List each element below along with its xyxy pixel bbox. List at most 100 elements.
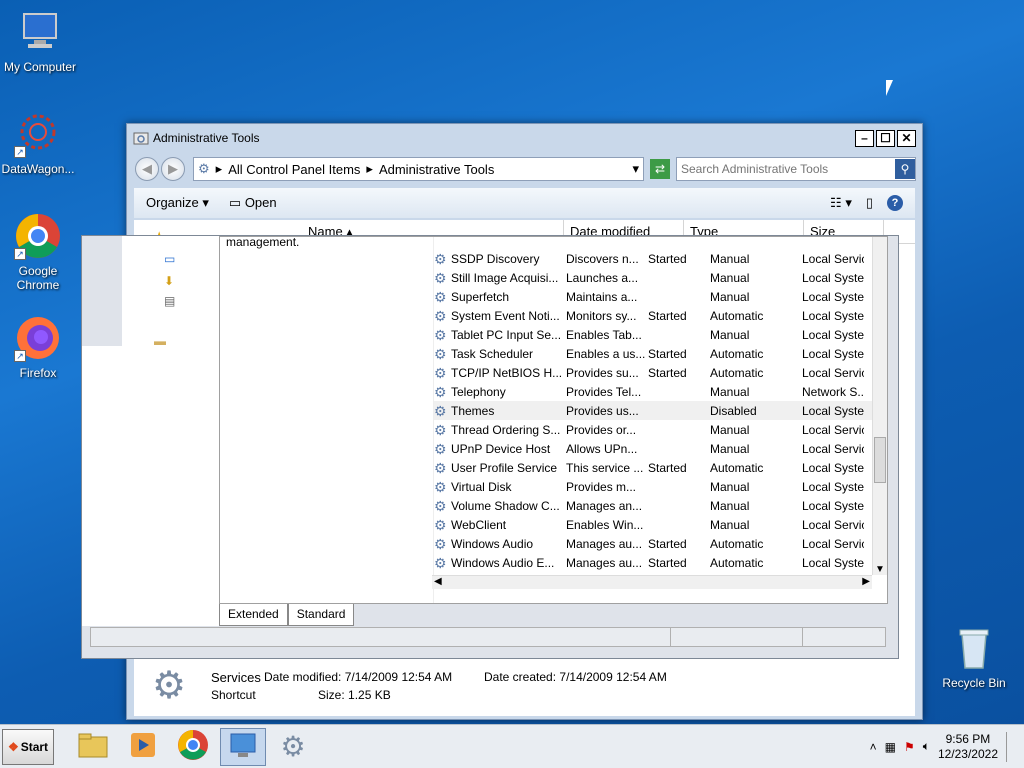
show-hidden-icons-icon[interactable]: ˄ — [870, 740, 877, 754]
service-status: Started — [648, 536, 687, 551]
desktop-icon-chrome[interactable]: ↗ Google Chrome — [0, 212, 78, 292]
forward-button[interactable]: ▶ — [161, 157, 185, 181]
service-gear-icon: ⚙ — [434, 365, 447, 380]
help-icon[interactable]: ? — [887, 195, 903, 211]
service-gear-icon: ⚙ — [434, 498, 447, 513]
service-row[interactable]: ⚙ Task Scheduler Enables a us... Started Aut… — [434, 344, 874, 363]
service-gear-icon: ⚙ — [434, 422, 447, 437]
desktop-icon-label: DataWagon... — [1, 162, 75, 176]
search-box: ⚲ — [676, 157, 916, 181]
service-name: ⚙ System Event Noti... — [434, 309, 566, 323]
details-name: Services — [211, 670, 261, 685]
show-desktop-button[interactable] — [1006, 731, 1018, 762]
services-tree-pane: ▭ ⬇ ▤ ▬ — [122, 236, 219, 348]
desktop-icon-label: My Computer — [3, 60, 77, 74]
vertical-scrollbar[interactable]: ▼ — [872, 237, 887, 575]
service-row[interactable]: ⚙ User Profile Service This service ... Sta… — [434, 458, 874, 477]
service-row[interactable]: ⚙ System Event Noti... Monitors sy... Start… — [434, 306, 874, 325]
close-button[interactable]: ✕ — [897, 129, 916, 147]
service-name-text: Superfetch — [451, 289, 510, 304]
service-row[interactable]: ⚙ Virtual Disk Provides m... Manual Local Sy… — [434, 477, 874, 496]
service-row[interactable]: ⚙ Telephony Provides Tel... Manual Network S… — [434, 382, 874, 401]
service-name-text: Volume Shadow C... — [451, 498, 560, 513]
service-name-text: Virtual Disk — [451, 479, 512, 494]
service-row[interactable]: ⚙ SSDP Discovery Discovers n... Started Manu… — [434, 249, 874, 268]
service-name: ⚙ Task Scheduler — [434, 347, 566, 361]
service-gear-icon: ⚙ — [434, 270, 447, 285]
taskbar-control-panel[interactable] — [220, 727, 266, 766]
view-options-icon[interactable]: ☷ ▾ — [830, 195, 852, 211]
service-startup: Manual — [710, 498, 750, 513]
service-row[interactable]: ⚙ Windows Audio E... Manages au... Started A… — [434, 553, 874, 572]
service-logon: Local Servic — [802, 536, 864, 551]
taskbar-media-player[interactable] — [120, 728, 166, 766]
service-desc: Provides us... — [566, 403, 639, 418]
volume-icon[interactable]: 🔈︎ — [923, 739, 930, 754]
service-name: ⚙ TCP/IP NetBIOS H... — [434, 366, 566, 380]
service-desc: Provides Tel... — [566, 384, 642, 399]
start-button[interactable]: ❖ Start — [2, 728, 54, 765]
tab-standard[interactable]: Standard — [287, 604, 355, 626]
maximize-button[interactable]: ☐ — [876, 129, 895, 147]
system-tray: ˄ ▦ ⚑ 🔈︎ 9:56 PM 12/23/2022 — [870, 731, 1024, 762]
action-center-icon[interactable]: ⚑ — [904, 740, 915, 754]
open-button[interactable]: ▭ Open — [229, 195, 277, 211]
scroll-right-icon[interactable]: ▶ — [862, 576, 870, 587]
service-row[interactable]: ⚙ Still Image Acquisi... Launches a... Manu… — [434, 268, 874, 287]
service-status: Started — [648, 555, 687, 570]
service-name: ⚙ Tablet PC Input Se... — [434, 328, 566, 342]
service-row[interactable]: ⚙ Thread Ordering S... Provides or... Manua… — [434, 420, 874, 439]
taskbar-explorer[interactable] — [70, 728, 116, 766]
service-row[interactable]: ⚙ UPnP Device Host Allows UPn... Manual Loca… — [434, 439, 874, 458]
breadcrumb-item[interactable]: All Control Panel Items — [228, 162, 360, 177]
service-logon: Local Syste. — [802, 270, 864, 285]
service-desc: Manages au... — [566, 536, 643, 551]
taskbar-chrome[interactable] — [170, 728, 216, 766]
desktop-icon-label: Recycle Bin — [942, 676, 1006, 690]
service-row[interactable]: ⚙ Tablet PC Input Se... Enables Tab... Manu… — [434, 325, 874, 344]
desktop-icon-datawagon[interactable]: ↗ DataWagon... — [0, 110, 78, 176]
clock[interactable]: 9:56 PM 12/23/2022 — [938, 732, 998, 762]
service-startup: Manual — [710, 422, 750, 437]
address-field[interactable]: ⚙ ▸ All Control Panel Items ▸ Administra… — [193, 157, 644, 181]
service-name: ⚙ User Profile Service — [434, 461, 566, 475]
desktop-icon-recycle-bin[interactable]: Recycle Bin — [934, 624, 1014, 690]
search-button[interactable]: ⚲ — [895, 159, 915, 179]
service-startup: Automatic — [710, 365, 764, 380]
search-input[interactable] — [677, 162, 895, 176]
minimize-button[interactable]: – — [855, 129, 874, 147]
shortcut-arrow-icon: ↗ — [14, 350, 26, 362]
service-name-text: Task Scheduler — [451, 346, 534, 361]
service-name: ⚙ SSDP Discovery — [434, 252, 566, 266]
service-row[interactable]: ⚙ Volume Shadow C... Manages an... Manual Lo… — [434, 496, 874, 515]
title-bar[interactable]: Administrative Tools – ☐ ✕ — [127, 124, 922, 152]
preview-pane-icon[interactable]: ▯ — [866, 195, 873, 211]
service-row[interactable]: ⚙ WebClient Enables Win... Manual Local Serv… — [434, 515, 874, 534]
scrollbar-thumb[interactable] — [874, 437, 886, 483]
refresh-button[interactable]: ⇄ — [650, 159, 670, 179]
service-status: Started — [648, 251, 687, 266]
service-row[interactable]: ⚙ TCP/IP NetBIOS H... Provides su... Starte… — [434, 363, 874, 382]
tab-extended[interactable]: Extended — [219, 604, 288, 626]
mouse-cursor-icon — [886, 80, 893, 96]
desktop-icon-my-computer[interactable]: My Computer — [0, 8, 80, 74]
desktop-icon-firefox[interactable]: ↗ Firefox — [0, 314, 78, 380]
services-left-pane — [82, 346, 219, 626]
chevron-down-icon[interactable]: ▾ — [632, 161, 639, 177]
service-name-text: Windows Audio — [451, 536, 534, 551]
back-button[interactable]: ◀ — [135, 157, 159, 181]
service-row[interactable]: ⚙ Themes Provides us... Disabled Local Syste… — [434, 401, 874, 420]
network-icon[interactable]: ▦ — [885, 740, 896, 754]
desktop-icon-label: Google Chrome — [16, 264, 60, 292]
service-row[interactable]: ⚙ Windows Audio Manages au... Started Automa… — [434, 534, 874, 553]
service-name: ⚙ Volume Shadow C... — [434, 499, 566, 513]
service-desc: Provides m... — [566, 479, 637, 494]
service-desc: Manages au... — [566, 555, 643, 570]
taskbar-services[interactable]: ⚙ — [270, 728, 316, 766]
organize-menu[interactable]: Organize ▾ — [146, 195, 209, 211]
service-row[interactable]: ⚙ Superfetch Maintains a... Manual Local Sys… — [434, 287, 874, 306]
horizontal-scrollbar[interactable]: ◀ ▶ — [432, 575, 872, 589]
breadcrumb-item[interactable]: Administrative Tools — [379, 162, 494, 177]
scroll-left-icon[interactable]: ◀ — [434, 576, 442, 587]
scroll-down-icon[interactable]: ▼ — [875, 564, 885, 575]
